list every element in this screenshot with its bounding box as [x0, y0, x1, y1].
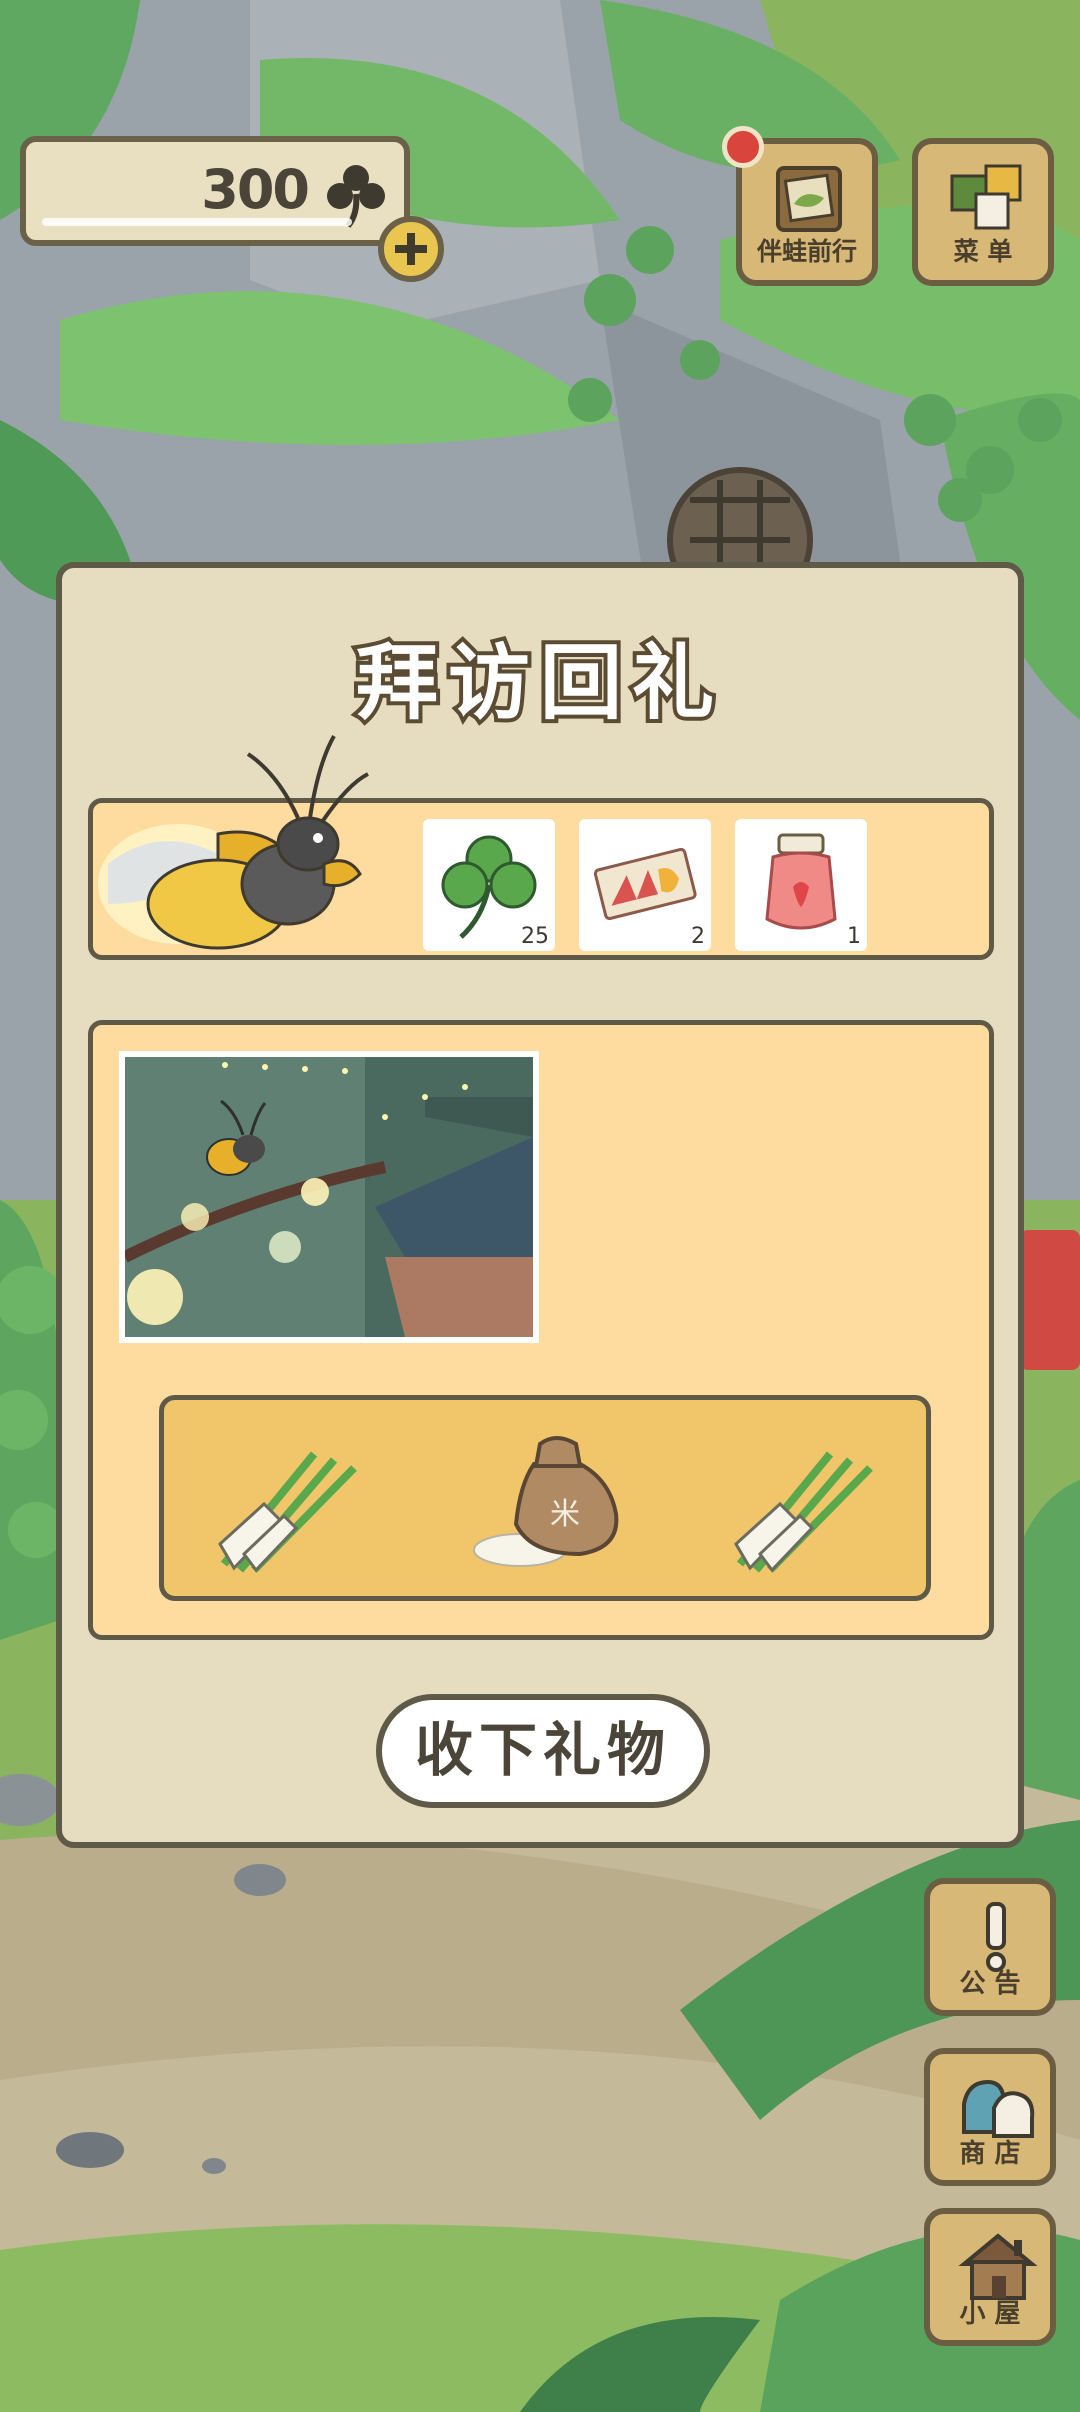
gifts-box: 米: [159, 1395, 931, 1601]
shop-button[interactable]: 商 店: [924, 2048, 1056, 2186]
strawberry-jam-icon: [765, 833, 837, 930]
house-button[interactable]: 小 屋: [924, 2208, 1056, 2346]
clover-count: 300: [201, 158, 310, 221]
clover-icon: [441, 835, 537, 939]
firefly-visitor-art: [98, 735, 369, 950]
reward-ticket: 2: [579, 819, 711, 951]
green-onion-icon: [734, 1451, 873, 1573]
announcement-button[interactable]: 公 告: [924, 1878, 1056, 2016]
firefly-photo: [125, 1057, 533, 1337]
ticket-icon: [593, 847, 697, 921]
add-clover-button[interactable]: [378, 216, 444, 282]
shop-label: 商 店: [959, 2139, 1021, 2169]
menu-label: 菜 单: [953, 237, 1013, 266]
reward-count: 25: [521, 924, 549, 949]
visit-gift-dialog: 拜访回礼 25 2 1 米 收下礼物: [56, 562, 1024, 1848]
notification-dot: [722, 126, 764, 168]
rice-character: 米: [550, 1497, 580, 1532]
photo-album-icon: [776, 166, 842, 232]
reward-count: 1: [847, 924, 861, 949]
menu-button[interactable]: 菜 单: [912, 138, 1054, 286]
gift-panel: 米: [88, 1020, 994, 1640]
green-onion-icon: [218, 1451, 357, 1573]
reward-jam: 1: [735, 819, 867, 951]
rice-bag-icon: 米: [473, 1436, 619, 1567]
menu-icon: [950, 164, 1022, 230]
announcement-label: 公 告: [959, 1969, 1021, 1999]
visit-photo: [119, 1051, 539, 1343]
house-label: 小 屋: [959, 2299, 1021, 2329]
reward-count: 2: [691, 924, 705, 949]
plus-icon: [395, 233, 427, 265]
travel-with-frog-label: 伴蛙前行: [756, 237, 857, 266]
accept-gift-button[interactable]: 收下礼物: [376, 1694, 710, 1808]
clover-bar: [42, 218, 352, 226]
clover-counter: 300: [20, 136, 410, 246]
reward-clover: 25: [423, 819, 555, 951]
